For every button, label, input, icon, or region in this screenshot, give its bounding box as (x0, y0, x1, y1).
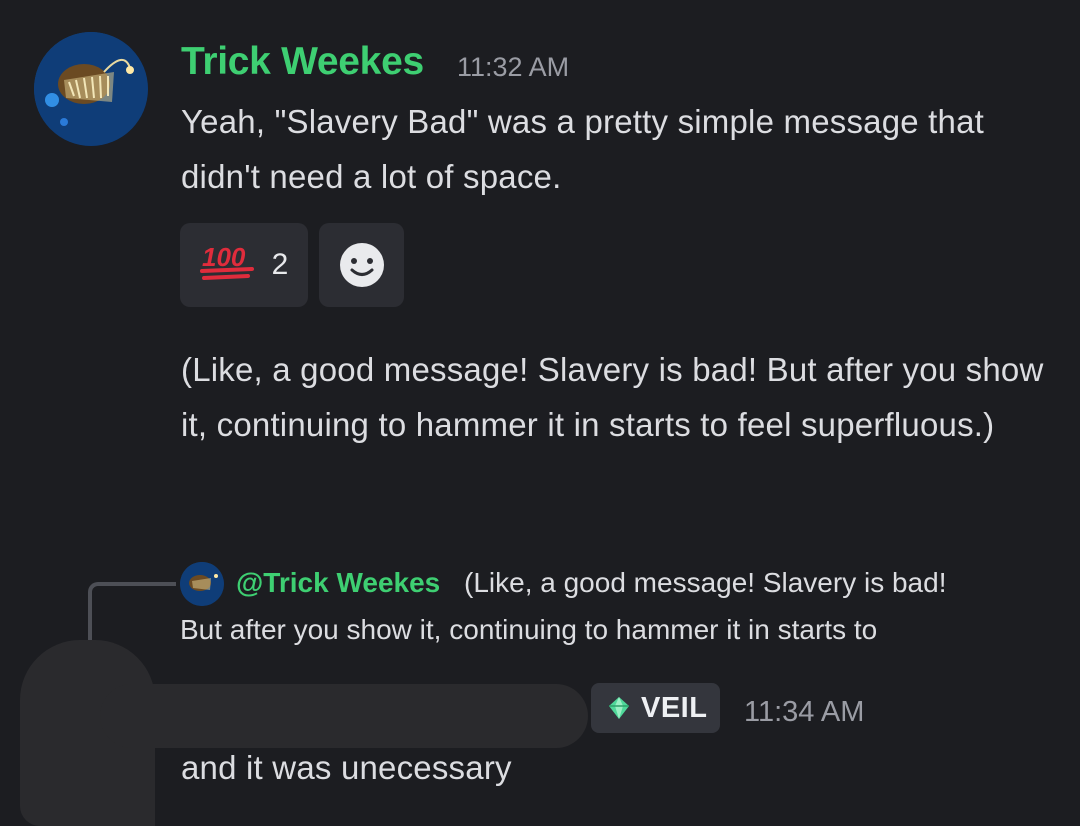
server-tag-label: VEIL (641, 691, 708, 724)
smiley-icon (339, 243, 384, 287)
svg-text:100: 100 (202, 242, 246, 272)
anglerfish-avatar-icon (180, 562, 224, 606)
anglerfish-avatar-icon (34, 32, 148, 146)
green-gem-icon (609, 697, 629, 719)
reply-connector (88, 582, 176, 648)
reaction-100[interactable]: 100 2 (180, 223, 308, 307)
avatar[interactable] (34, 32, 148, 146)
reply-avatar[interactable] (180, 562, 224, 606)
hundred-points-icon: 100 (199, 240, 254, 291)
chat-canvas: Trick Weekes 11:32 AM Yeah, "Slavery Bad… (0, 0, 1080, 826)
author-name[interactable]: Trick Weekes (181, 40, 424, 84)
reply-message-text: and it was unecessary (181, 749, 512, 786)
add-reaction-button[interactable] (319, 223, 404, 307)
reply-mention[interactable]: @Trick Weekes (236, 567, 440, 599)
redaction-scribble (100, 684, 588, 748)
reaction-count: 2 (271, 248, 289, 281)
followup-message-text: (Like, a good message! Slavery is bad! B… (181, 351, 1044, 443)
reply-quote-line1[interactable]: (Like, a good message! Slavery is bad! (464, 567, 946, 599)
message-text: Yeah, "Slavery Bad" was a pretty simple … (181, 103, 985, 195)
server-tag[interactable]: VEIL (591, 683, 720, 733)
reply-timestamp: 11:34 AM (744, 696, 865, 728)
reply-quote-line2[interactable]: But after you show it, continuing to ham… (180, 614, 877, 646)
message-timestamp: 11:32 AM (457, 52, 570, 82)
